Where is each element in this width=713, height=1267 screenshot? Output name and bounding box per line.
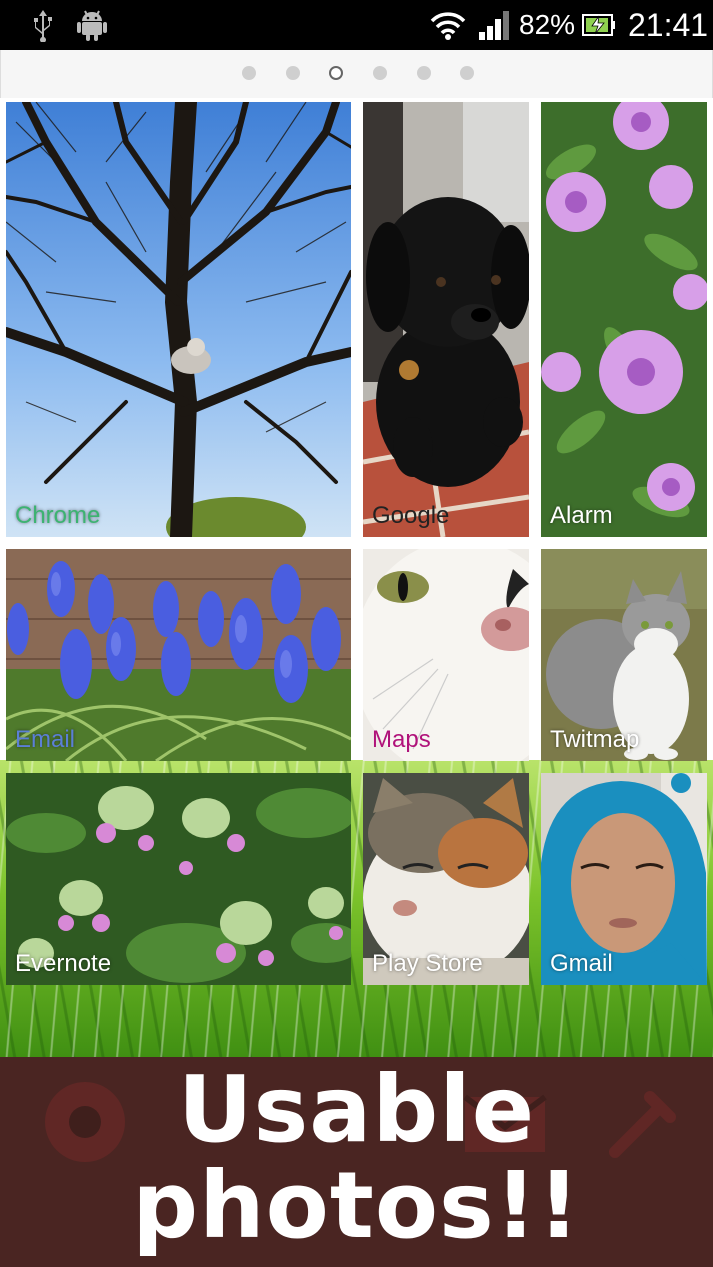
page-indicator [0,50,713,98]
usb-icon [34,10,52,42]
android-icon [77,10,107,41]
app-tile-maps[interactable]: Maps [363,549,529,761]
page-dot[interactable] [242,66,256,80]
app-label-chrome: Chrome [15,502,101,529]
puppy-photo [363,102,529,537]
app-tile-gmail[interactable]: Gmail [541,773,707,985]
app-tile-google[interactable]: Google [363,102,529,537]
battery-charging-icon [582,14,615,36]
app-tile-email[interactable]: Email [6,549,351,761]
app-tile-evernote[interactable]: Evernote [6,773,351,985]
promo-headline: Usable photos!! [0,1062,713,1254]
app-tile-twitmap[interactable]: Twitmap [541,549,707,761]
clock-time: 21:41 [628,7,709,43]
app-label-maps: Maps [372,726,431,753]
app-label-google: Google [372,502,450,529]
app-tile-chrome[interactable]: Chrome [6,102,351,537]
app-label-alarm: Alarm [550,502,613,529]
app-label-play-store: Play Store [372,950,483,977]
promo-headline-line1: Usable [177,1056,536,1163]
page-dot[interactable] [373,66,387,80]
app-label-email: Email [15,726,76,753]
page-dot[interactable] [417,66,431,80]
page-dot[interactable] [460,66,474,80]
app-tile-alarm[interactable]: Alarm [541,102,707,537]
app-label-twitmap: Twitmap [550,726,640,753]
bee-balm-photo [541,102,707,537]
promo-headline-line2: photos!! [132,1152,581,1259]
app-tile-play-store[interactable]: Play Store [363,773,529,985]
page-dot-active[interactable] [329,66,343,80]
page-dot[interactable] [286,66,300,80]
wifi-icon [430,12,466,40]
status-bar: 82% 21:41 [0,0,713,50]
battery-percent: 82% [519,9,576,40]
app-label-evernote: Evernote [15,950,112,977]
app-label-gmail: Gmail [550,950,613,977]
signal-icon [479,11,509,40]
tree-photo [6,102,351,537]
